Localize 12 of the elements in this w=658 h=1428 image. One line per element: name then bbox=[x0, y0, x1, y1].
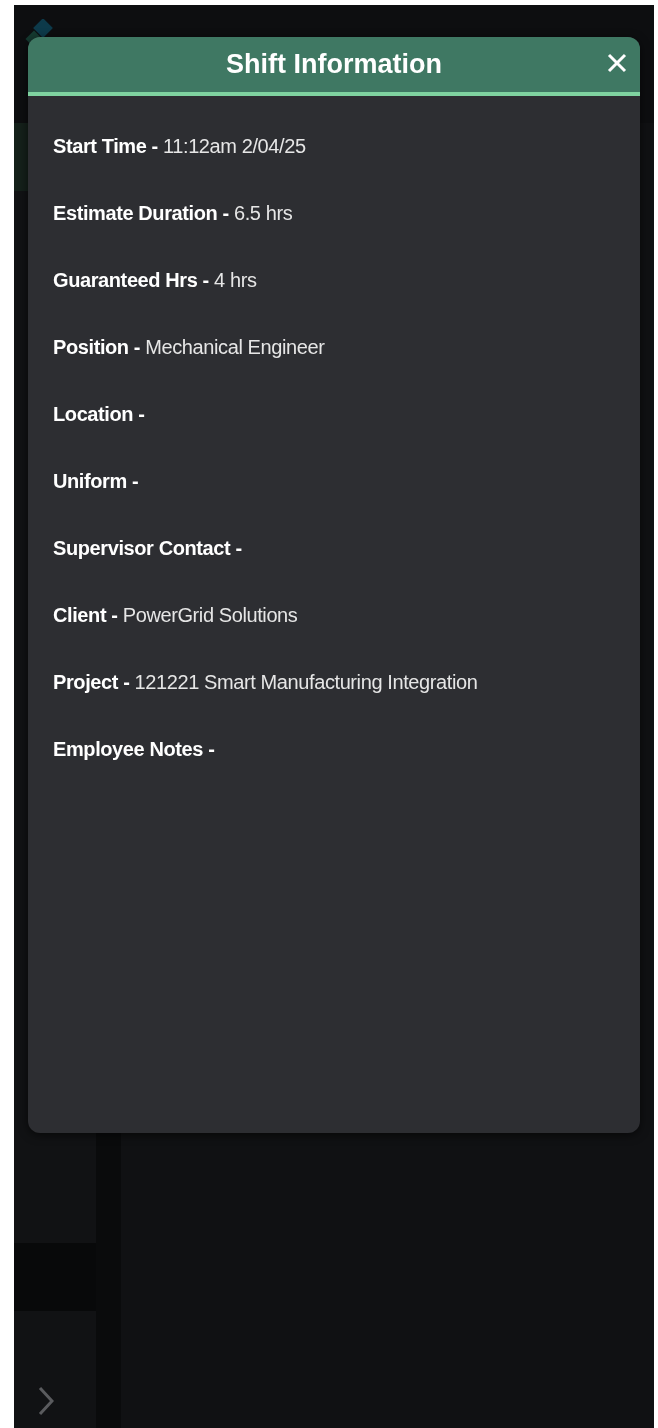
info-line: Uniform - bbox=[53, 469, 140, 494]
info-line: Client - PowerGrid Solutions bbox=[53, 603, 299, 628]
info-line: Project - 121221 Smart Manufacturing Integration bbox=[53, 670, 479, 695]
info-line: Guaranteed Hrs - 4 hrs bbox=[53, 268, 258, 293]
info-line: Estimate Duration - 6.5 hrs bbox=[53, 201, 294, 226]
info-line: Position - Mechanical Engineer bbox=[53, 335, 326, 360]
chevron-right-icon[interactable] bbox=[38, 1386, 54, 1416]
info-line: Employee Notes - bbox=[53, 737, 216, 762]
info-line: Start Time - 11:12am 2/04/25 bbox=[53, 134, 307, 159]
dialog-title: Shift Information bbox=[226, 49, 442, 80]
info-line: Location - bbox=[53, 402, 146, 427]
info-line: Supervisor Contact - bbox=[53, 536, 243, 561]
